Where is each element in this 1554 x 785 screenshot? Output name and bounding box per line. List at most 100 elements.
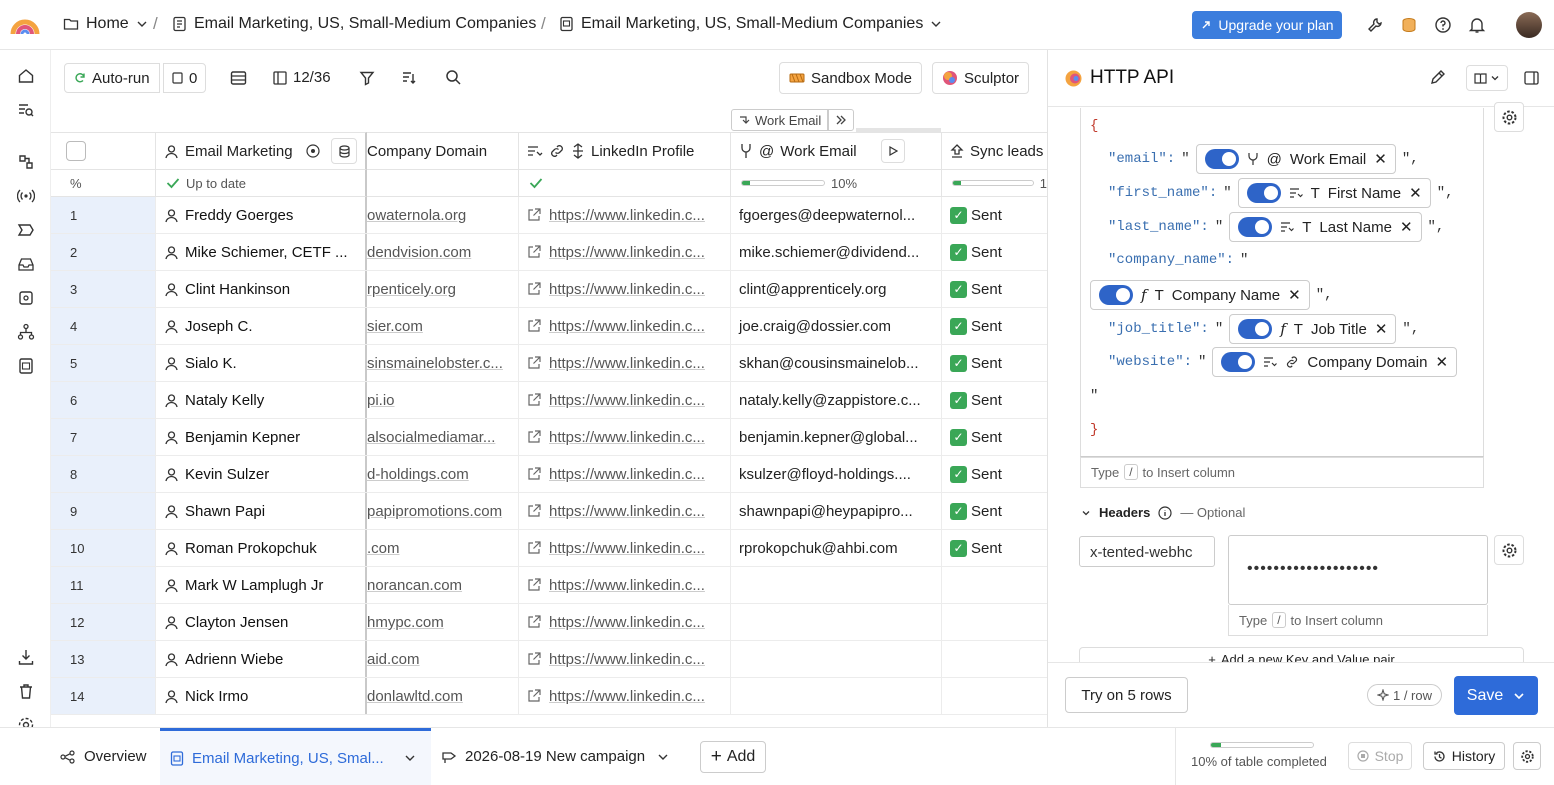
sync-cell[interactable] <box>942 567 1047 603</box>
linkedin-cell[interactable]: https://www.linkedin.c... <box>519 345 731 381</box>
name-cell[interactable]: Clint Hankinson <box>156 271 367 307</box>
sync-cell[interactable]: ✓ Sent <box>942 493 1047 529</box>
search-list-icon[interactable] <box>17 101 35 119</box>
close-icon[interactable]: ✕ <box>1288 286 1301 304</box>
header-settings-button[interactable] <box>1494 535 1524 565</box>
email-cell[interactable]: joe.craig@dossier.com <box>731 308 942 344</box>
upgrade-plan-button[interactable]: Upgrade your plan <box>1192 11 1342 39</box>
domain-cell[interactable]: sinsmainelobster.c... <box>367 345 519 381</box>
chip-toggle[interactable] <box>1238 319 1273 339</box>
chip-toggle[interactable] <box>1246 183 1281 203</box>
row-number-cell[interactable]: 3 <box>51 271 156 307</box>
column-header-email[interactable]: @ Work Email <box>731 132 942 170</box>
external-link-icon[interactable] <box>527 578 541 592</box>
linkedin-cell[interactable]: https://www.linkedin.c... <box>519 604 731 640</box>
email-cell[interactable]: ksulzer@floyd-holdings.... <box>731 456 942 492</box>
app-logo-icon[interactable] <box>10 12 40 36</box>
bell-icon[interactable] <box>1468 16 1486 34</box>
row-number-cell[interactable]: 4 <box>51 308 156 344</box>
row-number-cell[interactable]: 10 <box>51 530 156 566</box>
column-header-sync[interactable]: Sync leads <box>942 132 1047 170</box>
table-row[interactable]: 6 Nataly Kelly pi.io https://www.linkedin.c… <box>51 382 1047 419</box>
table-row[interactable]: 8 Kevin Sulzer d-holdings.com https://www.l… <box>51 456 1047 493</box>
close-icon[interactable]: ✕ <box>1409 184 1422 202</box>
row-number-cell[interactable]: 12 <box>51 604 156 640</box>
table-row[interactable]: 11 Mark W Lamplugh Jr norancan.com https://… <box>51 567 1047 604</box>
table-row[interactable]: 13 Adrienn Wiebe aid.com https://www.linked… <box>51 641 1047 678</box>
sync-cell[interactable]: ✓ Sent <box>942 345 1047 381</box>
email-cell[interactable] <box>731 641 942 677</box>
external-link-icon[interactable] <box>527 319 541 333</box>
domain-cell[interactable]: donlawltd.com <box>367 678 519 714</box>
sync-cell[interactable]: ✓ Sent <box>942 419 1047 455</box>
name-cell[interactable]: Freddy Goerges <box>156 197 367 233</box>
domain-cell[interactable]: alsocialmediamar... <box>367 419 519 455</box>
close-icon[interactable]: ✕ <box>1435 353 1448 371</box>
sync-cell[interactable] <box>942 641 1047 677</box>
help-icon[interactable] <box>1434 16 1452 34</box>
table-row[interactable]: 12 Clayton Jensen hmypc.com https://www.lin… <box>51 604 1047 641</box>
row-number-cell[interactable]: 13 <box>51 641 156 677</box>
info-icon[interactable] <box>1158 505 1172 520</box>
download-icon[interactable] <box>17 648 35 666</box>
external-link-icon[interactable] <box>527 393 541 407</box>
domain-cell[interactable]: owaternola.org <box>367 197 519 233</box>
external-link-icon[interactable] <box>527 504 541 518</box>
email-cell[interactable]: mike.schiemer@dividend... <box>731 234 942 270</box>
column-header-linkedin[interactable]: LinkedIn Profile <box>519 132 731 170</box>
sync-cell[interactable]: ✓ Sent <box>942 197 1047 233</box>
column-chip-company-domain[interactable]: Company Domain ✕ <box>1212 347 1458 377</box>
header-key-input[interactable]: x-tented-webhc <box>1079 536 1215 567</box>
email-cell[interactable]: nataly.kelly@zappistore.c... <box>731 382 942 418</box>
domain-cell[interactable]: papipromotions.com <box>367 493 519 529</box>
column-header-domain[interactable]: Company Domain <box>367 132 519 170</box>
email-cell[interactable] <box>731 567 942 603</box>
select-all-checkbox[interactable] <box>66 141 86 161</box>
hierarchy-icon[interactable] <box>17 323 35 341</box>
linkedin-cell[interactable]: https://www.linkedin.c... <box>519 530 731 566</box>
linkedin-cell[interactable]: https://www.linkedin.c... <box>519 641 731 677</box>
row-number-cell[interactable]: 9 <box>51 493 156 529</box>
external-link-icon[interactable] <box>527 615 541 629</box>
domain-cell[interactable]: sier.com <box>367 308 519 344</box>
tab-overview[interactable]: Overview <box>60 728 147 785</box>
table-doc-icon[interactable] <box>17 357 35 375</box>
linkedin-cell[interactable]: https://www.linkedin.c... <box>519 308 731 344</box>
body-editor[interactable]: { "email": " @ Work Email ✕ ", "first_na… <box>1080 108 1484 458</box>
workflow-icon[interactable] <box>17 153 35 171</box>
linkedin-cell[interactable]: https://www.linkedin.c... <box>519 567 731 603</box>
email-cell[interactable]: skhan@cousinsmainelob... <box>731 345 942 381</box>
sync-cell[interactable]: ✓ Sent <box>942 530 1047 566</box>
email-cell[interactable]: clint@apprenticely.org <box>731 271 942 307</box>
name-cell[interactable]: Adrienn Wiebe <box>156 641 367 677</box>
name-cell[interactable]: Nataly Kelly <box>156 382 367 418</box>
add-tab-button[interactable]: + Add <box>700 741 766 773</box>
name-cell[interactable]: Benjamin Kepner <box>156 419 367 455</box>
credits-icon[interactable] <box>1400 16 1418 34</box>
row-number-cell[interactable]: 14 <box>51 678 156 714</box>
linkedin-cell[interactable]: https://www.linkedin.c... <box>519 234 731 270</box>
header-value-input[interactable]: •••••••••••••••••••• <box>1228 535 1488 605</box>
tab-active-table[interactable]: Email Marketing, US, Smal... <box>160 728 431 785</box>
home-icon[interactable] <box>17 67 35 85</box>
external-link-icon[interactable] <box>527 282 541 296</box>
bottom-settings-button[interactable] <box>1513 742 1541 770</box>
sync-cell[interactable]: ✓ Sent <box>942 234 1047 270</box>
save-button[interactable]: Save <box>1454 676 1538 715</box>
breadcrumb-workbook[interactable]: Email Marketing, US, Small-Medium Compan… <box>172 15 536 33</box>
table-row[interactable]: 14 Nick Irmo donlawltd.com https://www.link… <box>51 678 1047 715</box>
tab-campaign[interactable]: 2026-08-19 New campaign <box>441 728 669 785</box>
sculptor-button[interactable]: Sculptor <box>932 62 1030 94</box>
chip-toggle[interactable] <box>1204 149 1239 169</box>
column-chip-work-email[interactable]: @ Work Email ✕ <box>1195 144 1396 174</box>
external-link-icon[interactable] <box>527 467 541 481</box>
chip-toggle[interactable] <box>1221 352 1256 372</box>
sync-cell[interactable]: ✓ Sent <box>942 271 1047 307</box>
row-number-cell[interactable]: 5 <box>51 345 156 381</box>
trash-icon[interactable] <box>17 682 35 700</box>
column-chip-first-name[interactable]: T First Name ✕ <box>1237 178 1431 208</box>
try-rows-button[interactable]: Try on 5 rows <box>1065 677 1188 713</box>
name-cell[interactable]: Kevin Sulzer <box>156 456 367 492</box>
name-cell[interactable]: Shawn Papi <box>156 493 367 529</box>
domain-cell[interactable]: .com <box>367 530 519 566</box>
